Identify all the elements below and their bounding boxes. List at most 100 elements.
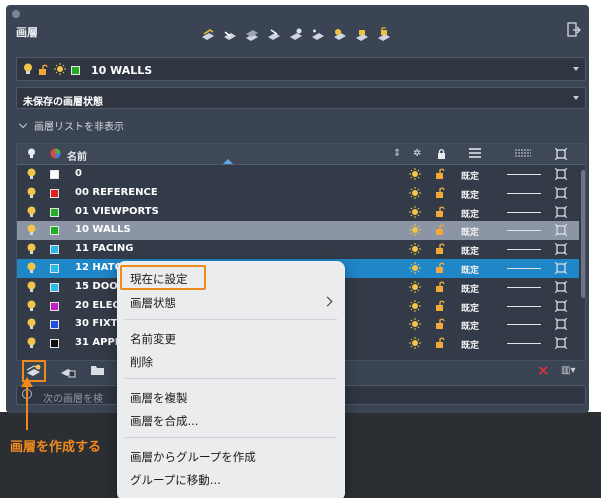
sun-icon[interactable] [409, 337, 421, 352]
column-settings-icon[interactable]: ▥▾ [561, 365, 575, 376]
new-layer-frozen-icon[interactable] [60, 364, 76, 381]
scrollbar-thumb[interactable] [581, 170, 585, 298]
bulb-column-icon[interactable] [27, 148, 36, 162]
bulb-icon[interactable] [27, 281, 36, 296]
layer-tool-icon-1[interactable] [200, 27, 216, 43]
layer-tool-icon-3[interactable] [244, 27, 260, 43]
exit-icon[interactable] [567, 22, 581, 38]
bulb-icon[interactable] [27, 300, 36, 315]
unlock-icon[interactable] [435, 243, 446, 257]
layer-state-dropdown[interactable]: 未保存の画層状態 [16, 87, 586, 109]
layer-color-swatch[interactable] [50, 170, 59, 179]
lineweight-default[interactable]: 既定 [461, 263, 479, 276]
name-column-header[interactable]: 名前 [67, 148, 87, 163]
layer-tool-icon-5[interactable] [288, 27, 304, 43]
lineweight-default[interactable]: 既定 [461, 207, 479, 220]
linetype-continuous[interactable] [507, 267, 541, 269]
current-layer-dropdown[interactable]: 10 WALLS [16, 57, 586, 81]
lineweight-default[interactable]: 既定 [461, 282, 479, 295]
unlock-icon[interactable] [435, 187, 446, 201]
bulb-icon[interactable] [27, 337, 36, 352]
layer-tool-icon-9[interactable] [376, 27, 392, 43]
layer-color-swatch[interactable] [50, 245, 59, 255]
lineweight-default[interactable]: 既定 [461, 319, 479, 332]
layer-tool-icon-2[interactable] [222, 27, 238, 43]
layer-color-swatch[interactable] [50, 320, 59, 330]
menu-item-rename[interactable]: 名前変更 [130, 331, 176, 347]
linetype-continuous[interactable] [507, 343, 541, 345]
unlock-icon[interactable] [435, 318, 446, 332]
plot-icon[interactable] [554, 318, 568, 333]
bulb-icon[interactable] [27, 224, 36, 239]
bulb-icon[interactable] [27, 187, 36, 202]
linetype-continuous[interactable] [507, 286, 541, 288]
linetype-continuous[interactable] [507, 174, 541, 175]
layer-color-swatch[interactable] [50, 207, 59, 217]
plot-icon[interactable] [554, 280, 568, 296]
bulb-icon[interactable] [27, 262, 36, 277]
linetype-continuous[interactable] [507, 305, 541, 307]
plot-icon[interactable] [554, 186, 568, 202]
layer-tool-icon-4[interactable] [266, 27, 282, 43]
menu-item-layer-state[interactable]: 画層状態 [130, 295, 176, 311]
linetype-continuous[interactable] [507, 324, 541, 326]
freeze-column-icon[interactable]: ✲ [413, 148, 421, 159]
plot-icon[interactable] [554, 336, 568, 352]
color-column-icon[interactable] [50, 148, 61, 162]
plot-column-icon[interactable] [554, 147, 568, 163]
sort-toggle-icon[interactable]: ⇕ [393, 148, 401, 159]
layer-tool-icon-6[interactable] [310, 27, 326, 43]
bulb-icon[interactable] [27, 206, 36, 221]
unlock-icon[interactable] [435, 224, 446, 238]
lock-column-icon[interactable] [437, 148, 446, 162]
folder-icon[interactable] [90, 364, 105, 379]
sun-icon[interactable] [409, 224, 421, 239]
layer-color-swatch[interactable] [50, 263, 59, 273]
layer-color-swatch[interactable] [50, 301, 59, 311]
sun-icon[interactable] [409, 186, 421, 202]
layer-row[interactable]: 00 REFERENCE 既定 [17, 184, 579, 203]
bulb-icon[interactable] [27, 318, 36, 333]
plot-icon[interactable] [554, 224, 568, 239]
menu-item-duplicate[interactable]: 画層を複製 [130, 390, 188, 406]
lineweight-default[interactable]: 既定 [461, 169, 479, 182]
sun-icon[interactable] [409, 243, 421, 258]
plot-icon[interactable] [554, 299, 568, 315]
linetype-continuous[interactable] [507, 192, 541, 194]
sun-icon[interactable] [409, 168, 421, 183]
unlock-icon[interactable] [435, 168, 446, 182]
lineweight-default[interactable]: 既定 [461, 244, 479, 257]
sun-icon[interactable] [409, 205, 421, 221]
layer-color-swatch[interactable] [50, 339, 59, 349]
lineweight-column-icon[interactable] [469, 148, 481, 161]
plot-icon[interactable] [554, 242, 568, 258]
lineweight-default[interactable]: 既定 [461, 225, 479, 238]
layer-row[interactable]: 01 VIEWPORTS 既定 [17, 203, 579, 222]
layer-row[interactable]: 11 FACING 既定 [17, 240, 579, 259]
linetype-column-icon[interactable] [515, 148, 531, 161]
plot-icon[interactable] [554, 205, 568, 221]
sun-icon[interactable] [409, 299, 421, 315]
lineweight-default[interactable]: 既定 [461, 188, 479, 201]
unlock-icon[interactable] [435, 262, 446, 276]
lineweight-default[interactable]: 既定 [461, 301, 479, 314]
layer-row[interactable]: 10 WALLS 既定 [17, 221, 579, 241]
layer-color-swatch[interactable] [50, 282, 59, 292]
sun-icon[interactable] [409, 280, 421, 296]
menu-item-move-to-group[interactable]: グループに移動... [130, 472, 221, 488]
menu-item-merge[interactable]: 画層を合成... [130, 413, 198, 429]
layer-color-swatch[interactable] [50, 226, 59, 236]
bulb-icon[interactable] [27, 168, 36, 183]
lineweight-default[interactable]: 既定 [461, 338, 479, 351]
hide-layer-list-toggle[interactable]: 画層リストを非表示 [18, 118, 124, 133]
menu-item-delete[interactable]: 削除 [130, 354, 153, 370]
unlock-icon[interactable] [435, 281, 446, 295]
layer-tool-icon-7[interactable] [332, 27, 348, 43]
layer-color-swatch[interactable] [50, 188, 59, 198]
sun-icon[interactable] [409, 318, 421, 333]
linetype-continuous[interactable] [507, 249, 541, 251]
bulb-icon[interactable] [27, 243, 36, 258]
linetype-continuous[interactable] [507, 230, 541, 232]
delete-layer-icon[interactable]: ✕ [537, 362, 550, 380]
linetype-continuous[interactable] [507, 211, 541, 213]
